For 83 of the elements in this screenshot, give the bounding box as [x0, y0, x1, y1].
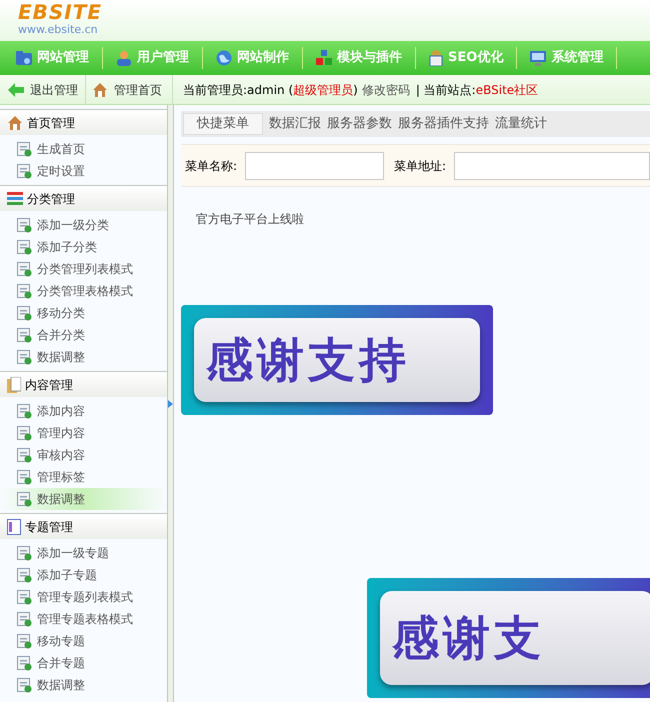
menu-name-field[interactable] [245, 152, 384, 180]
page-icon [17, 568, 32, 582]
admin-role: 超级管理员 [293, 82, 354, 98]
tab[interactable]: 数据汇报 [269, 113, 321, 135]
stack-icon [7, 192, 23, 206]
sidebar-item[interactable]: 管理标签 [0, 466, 167, 488]
sidebar-item[interactable]: 分类管理表格模式 [0, 280, 167, 302]
page-icon [17, 656, 32, 670]
tab[interactable]: 服务器参数 [327, 113, 392, 135]
admin-paren: ) [353, 82, 358, 98]
book-icon [7, 376, 21, 392]
banner-text: 感谢支 [392, 614, 545, 662]
sidebar-item[interactable]: 审核内容 [0, 444, 167, 466]
sidebar-item[interactable]: 数据调整 [0, 346, 167, 368]
page-icon [17, 240, 32, 254]
page-icon [17, 612, 32, 626]
section-header[interactable]: 内容管理 [0, 371, 167, 397]
page-icon [17, 284, 32, 298]
sidebar-item[interactable]: 合并专题 [0, 652, 167, 674]
page-icon [7, 518, 21, 534]
notice-text: 官方电子平台上线啦 [196, 211, 305, 228]
page-icon [17, 262, 32, 276]
folder-icon [16, 51, 32, 65]
page-icon [17, 328, 32, 342]
sidebar-item[interactable]: 添加内容 [0, 400, 167, 422]
sidebar-item[interactable]: 添加一级分类 [0, 214, 167, 236]
person-icon [116, 50, 132, 66]
page-icon [17, 470, 32, 484]
page-icon [17, 142, 32, 156]
sidebar-item[interactable]: 数据调整 [0, 674, 167, 696]
sidebar-item[interactable]: 定时设置 [0, 160, 167, 182]
tab[interactable]: 服务器插件支持 [398, 113, 489, 135]
tab[interactable]: 流量统计 [495, 113, 547, 135]
menu-name-label: 菜单名称: [185, 158, 238, 174]
section-title: 专题管理 [25, 518, 73, 536]
tab[interactable]: 快捷菜单 [183, 113, 263, 135]
page-icon [17, 448, 32, 462]
page-icon [17, 306, 32, 320]
logo-text: EBSITE [18, 1, 104, 23]
monitor-icon [530, 50, 546, 66]
banner-text: 感谢支持 [206, 336, 410, 384]
menu-url-label: 菜单地址: [394, 158, 446, 174]
blocks-icon [316, 50, 332, 66]
section-header[interactable]: 分类管理 [0, 185, 167, 211]
home-button[interactable]: 管理首页 [86, 75, 173, 104]
document-icon [429, 50, 443, 66]
site-label: | 当前站点: [416, 82, 476, 98]
page-icon [17, 426, 32, 440]
back-arrow-icon [8, 82, 24, 96]
section-title: 内容管理 [25, 376, 73, 394]
page-icon [17, 546, 32, 560]
page-icon [17, 590, 32, 604]
page-icon [17, 350, 32, 364]
sidebar-item[interactable]: 移动专题 [0, 630, 167, 652]
sidebar-item[interactable]: 添加子专题 [0, 564, 167, 586]
section-title: 分类管理 [27, 190, 75, 208]
admin-label: 当前管理员:admin ( [183, 82, 294, 98]
sidebar-item[interactable]: 添加一级专题 [0, 542, 167, 564]
house-icon [92, 82, 108, 98]
sidebar-item[interactable]: 管理专题表格模式 [0, 608, 167, 630]
change-password-link[interactable]: 修改密码 [362, 80, 410, 98]
sidebar-item[interactable]: 分类管理列表模式 [0, 258, 167, 280]
page-icon [17, 634, 32, 648]
site-name: eBSite社区 [476, 82, 538, 98]
sidebar-item[interactable]: 添加子分类 [0, 236, 167, 258]
sidebar-item[interactable]: 生成首页 [0, 138, 167, 160]
page-icon [17, 492, 32, 506]
house-icon [7, 114, 23, 130]
page-icon [17, 218, 32, 232]
page-icon [17, 678, 32, 692]
sidebar-item[interactable]: 管理专题列表模式 [0, 586, 167, 608]
page-icon [17, 164, 32, 178]
section-header[interactable]: 专题管理 [0, 513, 167, 539]
sidebar-item[interactable]: 合并分类 [0, 324, 167, 346]
section-title: 首页管理 [27, 114, 75, 132]
section-header[interactable]: 首页管理 [0, 109, 167, 135]
logo-url: www.ebsite.cn [18, 23, 99, 36]
sidebar-item[interactable]: 移动分类 [0, 302, 167, 324]
page-icon [17, 404, 32, 418]
logout-button[interactable]: 退出管理 [0, 75, 86, 104]
sidebar-item[interactable]: 管理内容 [0, 422, 167, 444]
menu-url-field[interactable] [454, 152, 650, 180]
globe-icon [216, 50, 232, 66]
